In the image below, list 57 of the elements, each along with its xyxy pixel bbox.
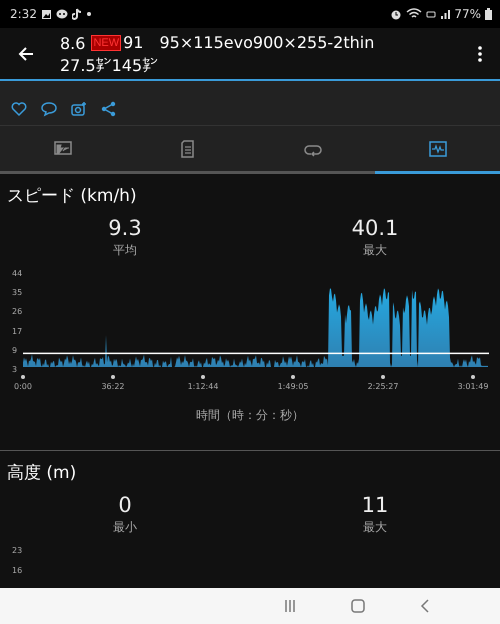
title-text: 8.6 <box>60 34 86 52</box>
title-text: 91 95×115evo900×255-2thin <box>123 32 374 54</box>
recent-apps-icon[interactable] <box>284 599 296 613</box>
x-tick-label: 1:12:44 <box>188 382 218 391</box>
stat-value: 0 <box>118 493 132 517</box>
battery-percent: 77% <box>454 7 481 21</box>
y-tick-label: 23 <box>12 546 23 556</box>
alarm-icon <box>390 8 402 20</box>
tick-dot-icon <box>201 375 205 379</box>
photo-icon <box>54 140 72 158</box>
more-icon <box>478 46 482 62</box>
speech-bubble-icon <box>41 101 57 117</box>
y-tick-label: 9 <box>12 346 18 356</box>
stat-value: 9.3 <box>108 216 142 240</box>
y-tick-label: 17 <box>12 326 23 337</box>
stat-value: 40.1 <box>352 216 398 240</box>
back-arrow-icon <box>18 46 34 62</box>
heart-icon <box>11 101 27 117</box>
y-tick-label: 35 <box>12 288 23 298</box>
x-tick-label: 0:00 <box>14 382 32 391</box>
x-tick-label: 3:01:49 <box>458 382 488 391</box>
chat-icon <box>56 8 68 20</box>
status-time: 2:32 <box>10 7 37 21</box>
x-tick-label: 36:22 <box>101 382 125 391</box>
music-note-icon <box>72 8 82 20</box>
section-title: 高度 (m) <box>6 462 78 485</box>
dot-icon <box>86 11 92 17</box>
new-badge: NEW <box>91 35 122 51</box>
back-icon[interactable] <box>420 599 430 613</box>
section-title: スピード (km/h) <box>6 185 138 208</box>
y-tick-label: 44 <box>12 269 23 279</box>
y-tick-label: 16 <box>12 566 23 576</box>
axis-title: 時間（時：分：秒） <box>195 407 305 424</box>
document-icon <box>178 140 196 158</box>
tick-dot-icon <box>21 375 25 379</box>
x-tick-label: 1:49:05 <box>278 382 308 391</box>
stat-value: 11 <box>362 493 388 517</box>
share-icon <box>101 101 117 117</box>
stat-label: 最大 <box>363 242 387 259</box>
image-icon <box>40 8 52 20</box>
tick-dot-icon <box>111 375 115 379</box>
y-tick-label: 26 <box>12 307 23 318</box>
activity-chart-icon <box>428 140 446 158</box>
signal-icon <box>440 8 450 20</box>
stat-label: 平均 <box>113 242 137 259</box>
home-icon[interactable] <box>351 599 365 613</box>
tick-dot-icon <box>471 375 475 379</box>
x-tick-label: 2:25:27 <box>368 382 398 391</box>
wifi-icon <box>406 8 422 20</box>
battery-icon <box>485 8 492 20</box>
camera-plus-icon <box>71 101 87 117</box>
stat-label: 最小 <box>113 519 137 536</box>
y-tick-label: 3 <box>12 364 18 375</box>
title-text: 27.5㌢145㌢ <box>60 56 160 74</box>
tick-dot-icon <box>381 375 385 379</box>
tick-dot-icon <box>291 375 295 379</box>
stat-label: 最大 <box>363 519 387 536</box>
